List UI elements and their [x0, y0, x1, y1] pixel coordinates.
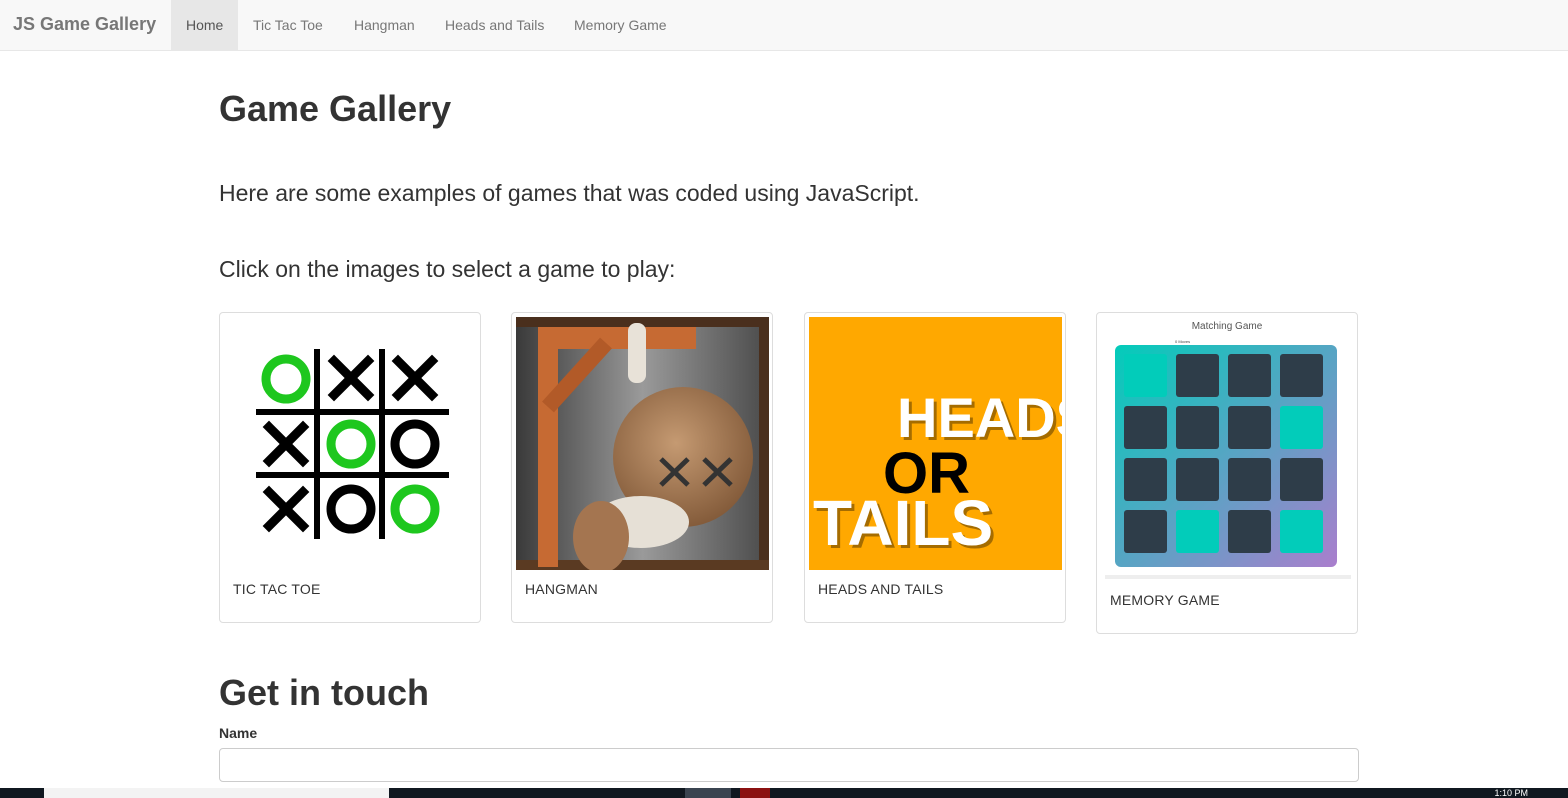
taskbar-clock: 1:10 PM	[1494, 788, 1528, 798]
nav-memory-game[interactable]: Memory Game	[559, 0, 682, 50]
page-title: Game Gallery	[219, 88, 452, 129]
game-card-memory-game[interactable]: Matching Game 0 Moves MEMORY GAME	[1096, 312, 1358, 634]
game-caption-heads-and-tails: HEADS AND TAILS	[818, 581, 944, 597]
nav-home[interactable]: Home	[171, 0, 239, 50]
memory-card	[1176, 510, 1219, 553]
heads-or-tails-image[interactable]: HEADS HEADS OR TAILS TAILS	[809, 317, 1062, 570]
game-caption-hangman: HANGMAN	[525, 581, 598, 597]
tic-tac-toe-image[interactable]	[224, 317, 477, 570]
moves-counter: 0 Moves	[1175, 339, 1190, 344]
name-label: Name	[219, 725, 258, 741]
taskbar-chrome-icon[interactable]	[685, 788, 731, 798]
memory-card	[1280, 458, 1323, 501]
os-taskbar: 1:10 PM	[0, 788, 1568, 798]
memory-card	[1176, 354, 1219, 397]
memory-card	[1124, 510, 1167, 553]
memory-card	[1124, 406, 1167, 449]
memory-card	[1176, 458, 1219, 501]
heads-art-text: HEADS	[897, 386, 1062, 449]
game-caption-memory-game: MEMORY GAME	[1110, 592, 1220, 608]
memory-card	[1124, 354, 1167, 397]
memory-card	[1228, 406, 1271, 449]
game-card-hangman[interactable]: HANGMAN	[511, 312, 773, 623]
memory-card	[1280, 406, 1323, 449]
taskbar-app-icon[interactable]	[740, 788, 770, 798]
name-input[interactable]	[219, 748, 1359, 782]
memory-card	[1280, 354, 1323, 397]
hangman-image[interactable]	[516, 317, 769, 570]
memory-game-image[interactable]: Matching Game 0 Moves	[1101, 317, 1354, 581]
game-card-tic-tac-toe[interactable]: TIC TAC TOE	[219, 312, 481, 623]
game-card-heads-and-tails[interactable]: HEADS HEADS OR TAILS TAILS HEADS AND TAI…	[804, 312, 1066, 623]
memory-card	[1228, 458, 1271, 501]
matching-game-title: Matching Game	[1192, 321, 1263, 332]
select-prompt: Click on the images to select a game to …	[219, 256, 676, 282]
memory-card	[1228, 510, 1271, 553]
memory-card	[1228, 354, 1271, 397]
brand-link[interactable]: JS Game Gallery	[13, 14, 156, 35]
nav-tic-tac-toe[interactable]: Tic Tac Toe	[238, 0, 338, 50]
taskbar-search-box[interactable]	[44, 788, 389, 798]
nav-hangman[interactable]: Hangman	[339, 0, 430, 50]
memory-card	[1176, 406, 1219, 449]
top-navbar: JS Game Gallery Home Tic Tac Toe Hangman…	[0, 0, 1568, 51]
contact-title: Get in touch	[219, 672, 429, 713]
game-caption-tic-tac-toe: TIC TAC TOE	[233, 581, 321, 597]
nav-heads-and-tails[interactable]: Heads and Tails	[430, 0, 559, 50]
intro-text: Here are some examples of games that was…	[219, 180, 920, 206]
tails-art-text: TAILS	[813, 487, 993, 559]
memory-card	[1124, 458, 1167, 501]
memory-card	[1280, 510, 1323, 553]
